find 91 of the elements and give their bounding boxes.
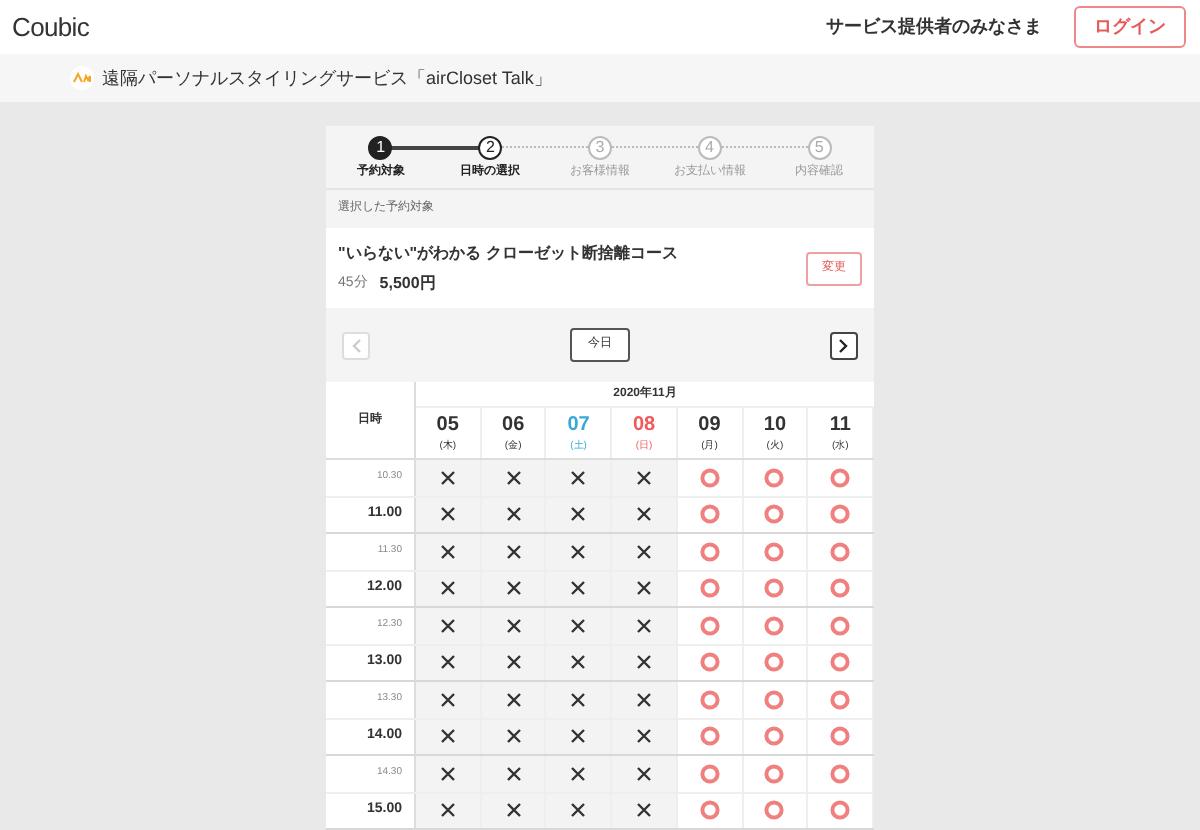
- available-circle-icon[interactable]: [699, 689, 720, 710]
- available-circle-icon[interactable]: [699, 652, 720, 673]
- step-number: 5: [807, 136, 832, 161]
- unavailable-cross-icon: [439, 765, 456, 782]
- unavailable-cross-icon: [439, 802, 456, 819]
- unavailable-cross-icon: [439, 469, 456, 486]
- step-number: 2: [478, 136, 503, 161]
- available-circle-icon[interactable]: [830, 541, 851, 562]
- available-circle-icon[interactable]: [764, 578, 785, 599]
- available-circle-icon[interactable]: [699, 541, 720, 562]
- unavailable-cross-icon: [439, 543, 456, 560]
- unavailable-cross-icon: [439, 617, 456, 634]
- available-circle-icon[interactable]: [699, 726, 720, 747]
- unavailable-cross-icon: [570, 654, 587, 671]
- available-circle-icon[interactable]: [764, 726, 785, 747]
- service-title: 遠隔パーソナルスタイリングサービス「airCloset Talk」: [102, 65, 552, 92]
- available-circle-icon[interactable]: [830, 689, 851, 710]
- unavailable-cross-icon: [439, 691, 456, 708]
- unavailable-cross-icon: [570, 691, 587, 708]
- unavailable-cross-icon: [636, 580, 653, 597]
- unavailable-cross-icon: [570, 580, 587, 597]
- available-circle-icon[interactable]: [764, 615, 785, 636]
- available-circle-icon[interactable]: [830, 578, 851, 599]
- available-circle-icon[interactable]: [830, 763, 851, 784]
- available-circle-icon[interactable]: [830, 504, 851, 525]
- available-circle-icon[interactable]: [764, 689, 785, 710]
- available-circle-icon[interactable]: [764, 800, 785, 821]
- unavailable-cross-icon: [636, 765, 653, 782]
- unavailable-cross-icon: [505, 580, 522, 597]
- unavailable-cross-icon: [505, 802, 522, 819]
- unavailable-cross-icon: [505, 728, 522, 745]
- available-circle-icon[interactable]: [830, 615, 851, 636]
- unavailable-cross-icon: [505, 506, 522, 523]
- logo[interactable]: Coubic: [12, 7, 90, 47]
- provider-link[interactable]: サービス提供者のみなさま: [826, 13, 1042, 41]
- unavailable-cross-icon: [636, 617, 653, 634]
- unavailable-cross-icon: [439, 580, 456, 597]
- unavailable-cross-icon: [439, 728, 456, 745]
- unavailable-cross-icon: [439, 654, 456, 671]
- day-date: 08: [632, 414, 656, 440]
- unavailable-cross-icon: [505, 617, 522, 634]
- unavailable-cross-icon: [636, 543, 653, 560]
- unavailable-cross-icon: [636, 802, 653, 819]
- unavailable-cross-icon: [439, 506, 456, 523]
- chevron-right-icon: [838, 337, 850, 354]
- unavailable-cross-icon: [505, 654, 522, 671]
- day-date: 09: [698, 414, 721, 440]
- day-date: 05: [436, 414, 459, 440]
- available-circle-icon[interactable]: [830, 652, 851, 673]
- available-circle-icon[interactable]: [699, 615, 720, 636]
- available-circle-icon[interactable]: [699, 578, 720, 599]
- available-circle-icon[interactable]: [830, 726, 851, 747]
- unavailable-cross-icon: [636, 691, 653, 708]
- unavailable-cross-icon: [570, 469, 587, 486]
- unavailable-cross-icon: [570, 765, 587, 782]
- unavailable-cross-icon: [636, 654, 653, 671]
- course-price: 5,500円: [379, 271, 436, 296]
- unavailable-cross-icon: [636, 506, 653, 523]
- unavailable-cross-icon: [570, 802, 587, 819]
- available-circle-icon[interactable]: [699, 504, 720, 525]
- unavailable-cross-icon: [505, 469, 522, 486]
- step-number: 3: [587, 136, 612, 161]
- unavailable-cross-icon: [505, 691, 522, 708]
- unavailable-cross-icon: [636, 728, 653, 745]
- day-date: 06: [502, 414, 525, 440]
- day-date: 07: [567, 414, 590, 440]
- unavailable-cross-icon: [570, 728, 587, 745]
- course-name: "いらない"がわかる クローゼット断捨離コース: [338, 241, 680, 266]
- available-circle-icon[interactable]: [699, 467, 720, 488]
- unavailable-cross-icon: [570, 617, 587, 634]
- available-circle-icon[interactable]: [764, 504, 785, 525]
- available-circle-icon[interactable]: [764, 467, 785, 488]
- available-circle-icon[interactable]: [764, 541, 785, 562]
- step-number: 4: [697, 136, 722, 161]
- available-circle-icon[interactable]: [699, 763, 720, 784]
- unavailable-cross-icon: [570, 543, 587, 560]
- step-number: 1: [368, 136, 393, 161]
- unavailable-cross-icon: [570, 506, 587, 523]
- unavailable-cross-icon: [505, 765, 522, 782]
- next-week-button[interactable]: [830, 331, 858, 360]
- available-circle-icon[interactable]: [830, 800, 851, 821]
- day-date: 11: [829, 414, 851, 440]
- service-logo-icon: [70, 66, 94, 91]
- available-circle-icon[interactable]: [764, 652, 785, 673]
- day-date: 10: [763, 414, 787, 440]
- unavailable-cross-icon: [636, 469, 653, 486]
- available-circle-icon[interactable]: [699, 800, 720, 821]
- available-circle-icon[interactable]: [830, 467, 851, 488]
- chevron-left-icon: [350, 337, 362, 354]
- available-circle-icon[interactable]: [764, 763, 785, 784]
- unavailable-cross-icon: [505, 543, 522, 560]
